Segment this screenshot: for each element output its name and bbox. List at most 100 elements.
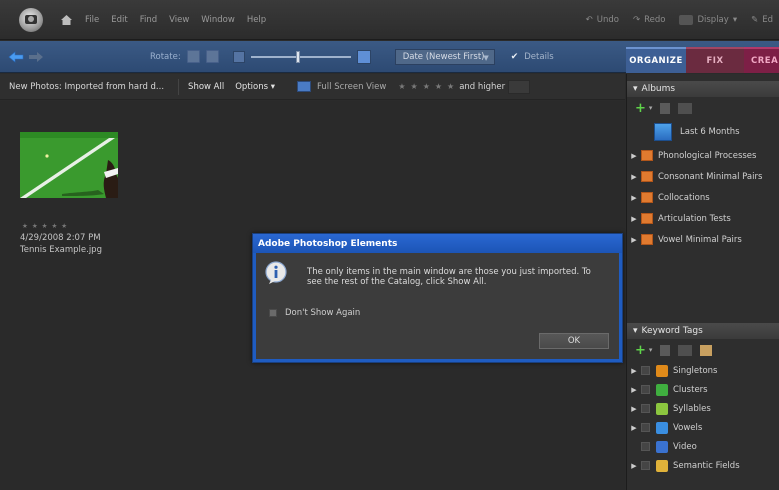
editor-button[interactable]: ✎ Ed [751,15,773,25]
full-screen-view-button[interactable]: Full Screen View [317,82,386,92]
keyword-tag-icon [656,440,668,453]
edit-album-icon[interactable] [678,102,693,114]
rating-filter-dropdown[interactable] [508,79,531,94]
sort-order-select[interactable]: Date (Newest First) ▼ [394,48,495,65]
menu-file[interactable]: File [85,15,99,25]
keyword-checkbox[interactable] [641,404,650,413]
add-keyword-icon[interactable]: + [635,343,646,358]
album-item[interactable]: ▶ Articulation Tests [627,208,779,229]
expand-icon[interactable]: ▶ [627,152,641,160]
rotate-left-icon[interactable] [186,50,200,63]
filter-title: New Photos: Imported from hard d... [9,81,165,92]
organize-panel: ▾ Albums + ▾ Last 6 Months ▶ Phonologica… [626,74,779,490]
expand-icon[interactable]: ▶ [627,236,641,244]
photo-thumbnail[interactable] [20,132,118,198]
tab-create[interactable]: CREA [744,47,779,73]
keyword-tags-header[interactable]: ▾ Keyword Tags [627,323,779,339]
undo-button[interactable]: ↶ Undo [586,15,619,25]
show-all-button[interactable]: Show All [188,82,224,92]
chevron-down-icon[interactable]: ▾ [649,104,653,112]
album-item[interactable]: ▶ Collocations [627,187,779,208]
album-item[interactable]: ▶ Phonological Processes [627,145,779,166]
keyword-checkbox[interactable] [641,442,650,451]
menubar: File Edit Find View Window Help ↶ Undo ↷… [0,0,779,40]
full-screen-icon[interactable] [297,81,311,92]
album-item[interactable]: ▶ Vowel Minimal Pairs [627,229,779,250]
star-rating-filter[interactable]: ★★★★★ [398,82,459,91]
keyword-item[interactable]: ▶ Singletons [627,361,779,380]
tab-fix[interactable]: FIX [686,47,744,73]
rotate-right-icon[interactable] [205,50,219,63]
keyword-item[interactable]: ▶ Syllables [627,399,779,418]
menu-find[interactable]: Find [140,15,157,25]
expand-icon[interactable]: ▶ [627,405,641,413]
keyword-checkbox[interactable] [641,366,650,375]
chevron-down-icon[interactable]: ▾ [649,346,653,354]
expand-icon[interactable]: ▶ [627,367,641,375]
keyword-checkbox[interactable] [641,461,650,470]
expand-icon[interactable]: ▶ [627,462,641,470]
keyword-tag-icon [656,364,668,377]
small-thumbnails-icon[interactable] [232,50,245,63]
menu-window[interactable]: Window [201,15,235,25]
album-icon [641,192,653,203]
keyword-item[interactable]: ▶ Vowels [627,418,779,437]
keyword-checkbox[interactable] [641,423,650,432]
keyword-item[interactable]: ▶ Clusters [627,380,779,399]
add-album-icon[interactable]: + [635,101,646,116]
menu-help[interactable]: Help [247,15,266,25]
album-icon [641,234,653,245]
menubar-actions: ↶ Undo ↷ Redo Display ▾ ✎ Ed [586,14,779,25]
display-button[interactable]: Display ▾ [679,14,738,25]
checkmark-icon: ✔ [510,51,519,62]
large-thumbnails-icon[interactable] [356,49,371,64]
keyword-checkbox[interactable] [641,385,650,394]
chevron-down-icon: ▾ [732,14,738,25]
expand-icon[interactable]: ▶ [627,194,641,202]
albums-tools: + ▾ [627,97,779,119]
and-higher-label: and higher [459,81,506,92]
home-icon[interactable] [59,13,73,27]
rotate-label: Rotate: [150,51,181,62]
photo-rating-stars[interactable]: ★★★★★ [22,222,71,230]
menu-edit[interactable]: Edit [111,15,127,25]
expand-icon[interactable]: ▶ [627,386,641,394]
back-arrow-icon[interactable] [8,50,24,63]
options-menu[interactable]: Options ▾ [235,82,275,92]
album-last-6-months[interactable]: Last 6 Months [627,119,779,145]
keyword-tools: + ▾ [627,339,779,361]
menu-view[interactable]: View [169,15,189,25]
forward-arrow-icon[interactable] [28,51,44,63]
dialog-title[interactable]: Adobe Photoshop Elements [253,234,622,253]
keyword-item[interactable]: ▶ Semantic Fields [627,456,779,475]
slider-thumb[interactable] [295,50,300,63]
keyword-tag-icon [656,421,668,434]
expand-icon[interactable]: ▶ [627,424,641,432]
checkbox[interactable] [269,309,277,317]
delete-keyword-icon[interactable] [660,344,671,356]
menu: File Edit Find View Window Help [85,15,266,25]
divider [178,78,180,95]
keyword-item[interactable]: Video [627,437,779,456]
thumbnail-size-slider[interactable] [225,49,371,64]
slider-track[interactable] [250,50,351,63]
find-faces-icon[interactable] [700,344,713,356]
app-logo-icon[interactable] [19,7,43,32]
tab-organize[interactable]: ORGANIZE [626,47,686,73]
smart-album-icon [654,123,672,141]
albums-header[interactable]: ▾ Albums [627,81,779,97]
redo-button[interactable]: ↷ Redo [633,15,665,25]
keyword-tags-section: ▾ Keyword Tags + ▾ ▶ Singletons ▶ Cluste… [627,323,779,475]
edit-keyword-icon[interactable] [678,344,693,356]
details-toggle[interactable]: ✔ Details [511,52,554,62]
expand-icon[interactable]: ▶ [627,173,641,181]
ok-button[interactable]: OK [539,333,609,349]
delete-album-icon[interactable] [660,102,671,114]
dont-show-again-checkbox[interactable]: Don't Show Again [269,308,360,318]
photo-date: 4/29/2008 2:07 PM [20,233,101,243]
filter-bar: New Photos: Imported from hard d... Show… [0,74,625,100]
album-item[interactable]: ▶ Consonant Minimal Pairs [627,166,779,187]
mode-tabs: ORGANIZE FIX CREA [626,47,779,73]
collapse-icon: ▾ [633,84,638,94]
expand-icon[interactable]: ▶ [627,215,641,223]
